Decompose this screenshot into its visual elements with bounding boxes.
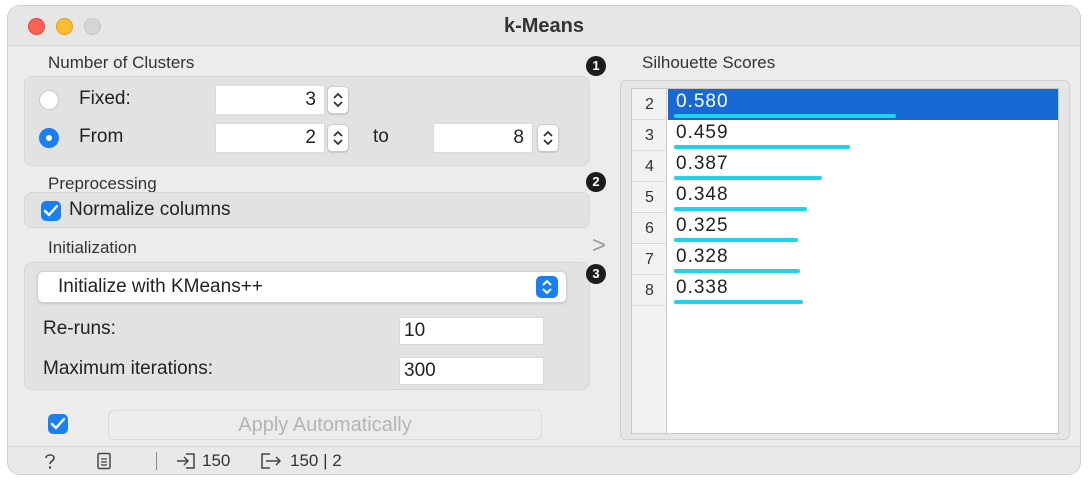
to-label: to <box>373 126 389 147</box>
score-bar <box>674 114 896 118</box>
silhouette-section-label: Silhouette Scores <box>642 53 776 72</box>
step-1-badge: 1 <box>586 56 606 76</box>
score-cell: 0.580 <box>668 89 1058 120</box>
cluster-count-cell: 7 <box>632 244 667 275</box>
reruns-label: Re-runs: <box>43 318 116 339</box>
score-value: 0.328 <box>676 246 729 267</box>
score-row[interactable]: 4 0.387 <box>632 151 1058 182</box>
from-clusters-spinbox[interactable]: 2 <box>215 123 325 153</box>
cluster-count-cell: 5 <box>632 182 667 213</box>
silhouette-group: 2 0.580 3 0.459 4 0.387 5 0.348 6 0.325 7 0.328 8 0.3… <box>620 80 1070 440</box>
dropdown-arrow-icon <box>536 276 558 298</box>
preprocessing-group: Normalize columns <box>24 192 590 228</box>
score-bar <box>674 269 800 273</box>
clusters-section-label: Number of Clusters <box>48 53 195 72</box>
from-stepper-icon[interactable] <box>327 124 349 152</box>
fixed-stepper-icon[interactable] <box>327 86 349 114</box>
score-value: 0.580 <box>676 91 729 112</box>
chevron-right-icon: > <box>592 232 607 259</box>
score-bar <box>674 207 807 211</box>
score-value: 0.387 <box>676 153 729 174</box>
checkmark-icon <box>43 204 59 217</box>
score-row[interactable]: 7 0.328 <box>632 244 1058 275</box>
fixed-radio[interactable] <box>39 90 59 110</box>
fixed-clusters-spinbox[interactable]: 3 <box>215 85 325 115</box>
reruns-input[interactable]: 10 <box>399 317 544 345</box>
status-bar: 150 150 | 2 <box>8 446 1080 474</box>
score-row[interactable]: 2 0.580 <box>632 89 1058 120</box>
score-cell: 0.459 <box>668 120 1058 151</box>
from-label: From <box>79 126 124 147</box>
to-clusters-spinbox[interactable]: 8 <box>433 123 533 153</box>
title-bar: k-Means <box>8 6 1080 46</box>
help-icon[interactable] <box>42 452 58 474</box>
score-bar <box>674 238 798 242</box>
score-bar <box>674 176 822 180</box>
cluster-count-cell: 2 <box>632 89 667 120</box>
initialization-group: Initialize with KMeans++ Re-runs: 10 Max… <box>24 262 590 390</box>
score-cell: 0.338 <box>668 275 1058 306</box>
max-iterations-label: Maximum iterations: <box>43 358 213 379</box>
status-separator <box>156 452 157 470</box>
checkmark-icon <box>50 417 66 430</box>
score-value: 0.338 <box>676 277 729 298</box>
kmeans-window: k-Means Number of Clusters Fixed: 3 From… <box>8 6 1080 474</box>
step-3-badge: 3 <box>586 264 606 284</box>
score-bar <box>674 300 803 304</box>
silhouette-list[interactable]: 2 0.580 3 0.459 4 0.387 5 0.348 6 0.325 7 0.328 8 0.3… <box>631 88 1059 434</box>
score-row[interactable]: 5 0.348 <box>632 182 1058 213</box>
normalize-checkbox[interactable] <box>41 201 61 221</box>
input-count: 150 <box>202 451 231 470</box>
window-title: k-Means <box>503 15 585 37</box>
from-radio[interactable] <box>39 128 59 148</box>
score-cell: 0.328 <box>668 244 1058 275</box>
score-bar <box>674 145 850 149</box>
score-value: 0.348 <box>676 184 729 205</box>
fixed-label: Fixed: <box>79 88 131 109</box>
initialization-method-value: Initialize with KMeans++ <box>58 276 263 297</box>
initialization-method-dropdown[interactable]: Initialize with KMeans++ <box>37 271 567 303</box>
score-row[interactable]: 8 0.338 <box>632 275 1058 306</box>
clusters-group: Fixed: 3 From 2 to 8 <box>24 76 590 166</box>
score-row[interactable]: 6 0.325 <box>632 213 1058 244</box>
max-iterations-input[interactable]: 300 <box>399 357 544 385</box>
apply-automatically-button[interactable]: Apply Automatically <box>108 410 542 440</box>
score-cell: 0.348 <box>668 182 1058 213</box>
output-summary: 150 | 2 <box>290 451 342 470</box>
score-row[interactable]: 3 0.459 <box>632 120 1058 151</box>
score-value: 0.459 <box>676 122 729 143</box>
input-icon <box>176 452 196 474</box>
normalize-label: Normalize columns <box>69 199 231 220</box>
auto-apply-checkbox[interactable] <box>48 414 68 434</box>
score-cell: 0.387 <box>668 151 1058 182</box>
cluster-count-cell: 4 <box>632 151 667 182</box>
cluster-count-cell: 3 <box>632 120 667 151</box>
score-cell: 0.325 <box>668 213 1058 244</box>
cluster-count-cell: 6 <box>632 213 667 244</box>
cluster-count-cell: 8 <box>632 275 667 306</box>
report-icon[interactable] <box>96 452 112 474</box>
step-2-badge: 2 <box>586 172 606 192</box>
to-stepper-icon[interactable] <box>537 124 559 152</box>
preprocessing-section-label: Preprocessing <box>48 174 157 193</box>
score-value: 0.325 <box>676 215 729 236</box>
output-icon <box>260 452 282 474</box>
initialization-section-label: Initialization <box>48 238 137 257</box>
